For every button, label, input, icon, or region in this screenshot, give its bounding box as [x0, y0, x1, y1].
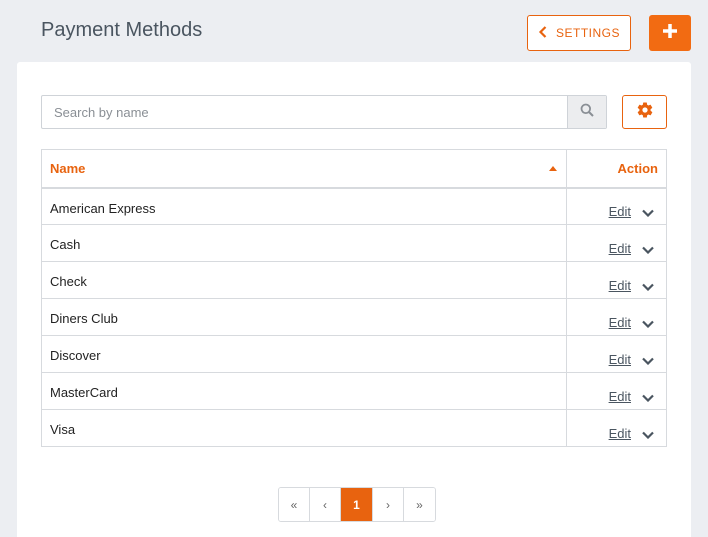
edit-link[interactable]: Edit [609, 315, 631, 330]
row-actions: Edit [566, 187, 667, 225]
add-button[interactable] [649, 15, 691, 51]
gear-icon [636, 101, 654, 124]
table-row: Check Edit [41, 261, 667, 299]
next-page-button[interactable]: › [373, 488, 404, 521]
table-row: Cash Edit [41, 224, 667, 262]
table-row: Visa Edit [41, 409, 667, 447]
payment-method-name: American Express [41, 187, 567, 225]
payment-methods-table: Name Action American Express Edit Cash Edit… [41, 149, 667, 447]
page-title: Payment Methods [41, 19, 203, 41]
payment-method-name: Diners Club [41, 298, 567, 336]
chevron-down-icon[interactable] [642, 283, 654, 291]
column-header-action: Action [566, 149, 667, 189]
plus-icon [661, 22, 679, 45]
chevron-down-icon[interactable] [642, 209, 654, 217]
payment-method-name: Visa [41, 409, 567, 447]
edit-link[interactable]: Edit [609, 204, 631, 219]
table-settings-button[interactable] [622, 95, 667, 129]
search-icon [580, 103, 594, 122]
first-page-button[interactable]: « [279, 488, 310, 521]
row-actions: Edit [566, 261, 667, 299]
sort-asc-icon [549, 166, 557, 171]
row-actions: Edit [566, 409, 667, 447]
pagination: « ‹ 1 › » [278, 487, 436, 522]
row-actions: Edit [566, 224, 667, 262]
chevron-down-icon[interactable] [642, 431, 654, 439]
search-button[interactable] [567, 96, 606, 128]
chevron-down-icon[interactable] [642, 320, 654, 328]
prev-page-button[interactable]: ‹ [310, 488, 341, 521]
row-actions: Edit [566, 335, 667, 373]
payment-method-name: Discover [41, 335, 567, 373]
column-header-name[interactable]: Name [41, 149, 567, 189]
edit-link[interactable]: Edit [609, 241, 631, 256]
search-box [41, 95, 607, 129]
chevron-down-icon[interactable] [642, 394, 654, 402]
payment-method-name: MasterCard [41, 372, 567, 410]
settings-label: SETTINGS [555, 26, 620, 40]
chevron-down-icon[interactable] [642, 357, 654, 365]
content-card: Name Action American Express Edit Cash Edit… [17, 62, 691, 537]
search-input[interactable] [42, 96, 567, 128]
row-actions: Edit [566, 298, 667, 336]
chevron-down-icon[interactable] [642, 246, 654, 254]
edit-link[interactable]: Edit [609, 389, 631, 404]
payment-method-name: Cash [41, 224, 567, 262]
payment-method-name: Check [41, 261, 567, 299]
row-actions: Edit [566, 372, 667, 410]
chevron-left-icon [538, 25, 548, 41]
table-row: Discover Edit [41, 335, 667, 373]
table-row: MasterCard Edit [41, 372, 667, 410]
table-row: American Express Edit [41, 187, 667, 225]
edit-link[interactable]: Edit [609, 352, 631, 367]
table-row: Diners Club Edit [41, 298, 667, 336]
page-1-button[interactable]: 1 [341, 488, 373, 521]
edit-link[interactable]: Edit [609, 426, 631, 441]
settings-button[interactable]: SETTINGS [527, 15, 631, 51]
edit-link[interactable]: Edit [609, 278, 631, 293]
last-page-button[interactable]: » [404, 488, 435, 521]
